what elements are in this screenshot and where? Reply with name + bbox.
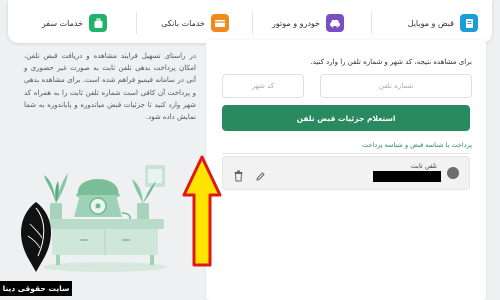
category-travel[interactable]: خدمات سفر xyxy=(42,13,107,33)
radio-indicator[interactable] xyxy=(447,167,459,179)
category-banking-label: خدمات بانکی xyxy=(161,18,205,28)
category-bills-label: قبض و موبایل xyxy=(407,18,454,28)
up-arrow-icon xyxy=(182,155,222,267)
receipt-icon xyxy=(460,14,478,32)
category-travel-label: خدمات سفر xyxy=(41,18,83,28)
category-banking[interactable]: خدمات بانکی xyxy=(161,13,229,33)
saved-phone-item[interactable]: تلفن ثابت xyxy=(222,156,470,190)
pay-by-bill-id-link[interactable]: پرداخت با شناسه قبض و شناسه پرداخت xyxy=(362,141,472,149)
bank-card-icon xyxy=(211,14,229,32)
category-vehicle[interactable]: خودرو و موتور xyxy=(272,13,344,33)
category-vehicle-label: خودرو و موتور xyxy=(272,18,320,28)
category-bills[interactable]: قبض و موبایل xyxy=(408,13,478,33)
divider xyxy=(136,12,137,34)
city-code-input[interactable]: کد شهر xyxy=(222,74,304,98)
edit-icon[interactable] xyxy=(255,167,266,186)
delete-icon[interactable] xyxy=(233,167,244,186)
divider xyxy=(371,12,372,34)
redacted-phone-number xyxy=(373,171,441,182)
car-icon xyxy=(326,14,344,32)
form-instruction: برای مشاهده نتیجه، کد شهر و شماره تلفن ر… xyxy=(310,58,472,66)
watermark-text: سایت حقوقی دینا xyxy=(0,281,72,296)
inquiry-card: برای مشاهده نتیجه، کد شهر و شماره تلفن ر… xyxy=(206,40,486,300)
divider xyxy=(222,153,470,154)
inquiry-button[interactable]: استعلام جزئیات قبض تلفن xyxy=(222,105,470,131)
suitcase-icon xyxy=(89,14,107,32)
divider xyxy=(252,12,253,34)
intro-text: در راستای تسهیل فرایند مشاهده و دریافت ق… xyxy=(24,52,196,122)
site-watermark: سایت حقوقی دینا xyxy=(0,198,72,300)
saved-phone-label: تلفن ثابت xyxy=(410,162,437,170)
feather-logo xyxy=(21,202,51,272)
category-bar: قبض و موبایل خودرو و موتور خدمات بانکی خ… xyxy=(8,0,492,43)
phone-number-input[interactable]: شماره تلفن xyxy=(320,74,472,98)
